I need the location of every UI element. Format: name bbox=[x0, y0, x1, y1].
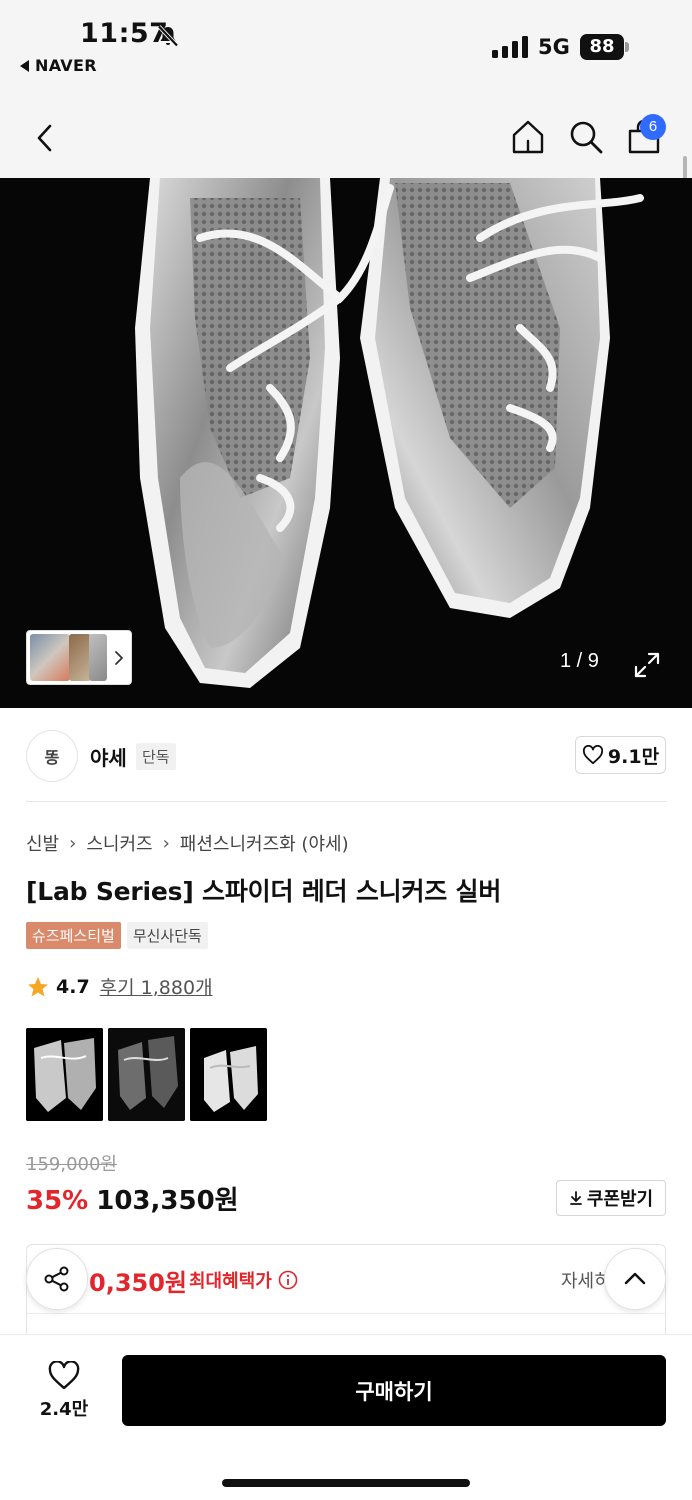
reviews-link[interactable]: 후기 1,880개 bbox=[100, 973, 213, 1000]
breadcrumb-separator-icon: › bbox=[69, 832, 77, 854]
gallery-thumb bbox=[30, 634, 70, 681]
bell-muted-icon bbox=[157, 25, 179, 47]
download-icon bbox=[569, 1191, 582, 1205]
home-icon[interactable] bbox=[508, 117, 548, 157]
rating: 4.7 후기 1,880개 bbox=[26, 973, 213, 1000]
share-icon bbox=[44, 1266, 69, 1292]
battery-icon: 88 bbox=[580, 34, 630, 60]
shop-exclusive-tag: 단독 bbox=[136, 743, 176, 770]
divider bbox=[26, 801, 666, 802]
gallery-counter: 1 / 9 bbox=[560, 650, 599, 672]
expand-icon[interactable] bbox=[632, 650, 662, 680]
heart-icon bbox=[582, 745, 603, 765]
festival-tag: 슈즈페스티벌 bbox=[26, 922, 121, 949]
breadcrumb-item[interactable]: 스니커즈 bbox=[86, 830, 152, 856]
star-icon bbox=[28, 976, 48, 996]
color-option-thumb[interactable] bbox=[108, 1028, 185, 1121]
back-app-label: NAVER bbox=[35, 56, 97, 75]
color-option-thumb[interactable] bbox=[190, 1028, 267, 1121]
divider bbox=[27, 1313, 665, 1314]
share-button[interactable] bbox=[26, 1248, 88, 1310]
coupon-button[interactable]: 쿠폰받기 bbox=[556, 1180, 666, 1216]
product-tags: 슈즈페스티벌 무신사단독 bbox=[26, 922, 208, 949]
sale-price: 103,350원 bbox=[96, 1186, 239, 1216]
chevron-up-icon bbox=[624, 1272, 646, 1285]
network-type: 5G bbox=[538, 35, 570, 59]
gallery-thumb bbox=[89, 634, 107, 681]
home-indicator bbox=[222, 1479, 470, 1487]
breadcrumb-separator-icon: › bbox=[162, 832, 170, 854]
color-option-thumb[interactable] bbox=[26, 1028, 103, 1121]
shop-row: 똥 야세 단독 9.1만 bbox=[26, 730, 666, 782]
breadcrumb-item[interactable]: 신발 bbox=[26, 830, 59, 856]
breadcrumb: 신발 › 스니커즈 › 패션스니커즈화 (야세) bbox=[26, 830, 349, 856]
back-icon[interactable] bbox=[30, 122, 62, 154]
wishlist-button[interactable]: 2.4만 bbox=[26, 1356, 102, 1426]
top-nav bbox=[0, 100, 692, 178]
shop-like-button[interactable]: 9.1만 bbox=[575, 736, 666, 774]
shop-name[interactable]: 야세 bbox=[90, 742, 127, 771]
shop-like-count: 9.1만 bbox=[607, 745, 660, 768]
rating-score: 4.7 bbox=[56, 975, 90, 998]
max-benefit-price: 0,350원 bbox=[89, 1269, 187, 1297]
product-image[interactable] bbox=[0, 178, 692, 708]
discount-rate: 35% bbox=[26, 1186, 89, 1216]
signal-icon bbox=[492, 36, 528, 58]
heart-icon bbox=[48, 1361, 80, 1390]
buy-button[interactable]: 구매하기 bbox=[122, 1355, 666, 1426]
chevron-right-icon bbox=[115, 651, 123, 665]
original-price: 159,000원 bbox=[26, 1154, 117, 1175]
max-benefit-label: 최대혜택가 bbox=[189, 1271, 272, 1292]
price-row: 35% 103,350원 bbox=[26, 1180, 239, 1217]
search-icon[interactable] bbox=[566, 117, 606, 157]
wishlist-count: 2.4만 bbox=[39, 1399, 89, 1420]
product-title: [Lab Series] 스파이더 레더 스니커즈 실버 bbox=[26, 877, 502, 906]
gallery-thumbnail-strip[interactable] bbox=[26, 630, 132, 685]
exclusive-tag: 무신사단독 bbox=[126, 922, 208, 949]
coupon-label: 쿠폰받기 bbox=[586, 1189, 654, 1210]
shop-logo[interactable]: 똥 bbox=[26, 730, 78, 782]
color-options bbox=[26, 1028, 267, 1121]
status-bar: 11:57 NAVER 5G 88 bbox=[0, 0, 692, 100]
cart-count-badge: 6 bbox=[640, 114, 666, 140]
breadcrumb-item[interactable]: 패션스니커즈화 (야세) bbox=[180, 830, 349, 856]
back-to-app[interactable]: NAVER bbox=[20, 56, 97, 75]
max-benefit-label-row: 최대혜택가 bbox=[189, 1267, 298, 1293]
gallery-thumb bbox=[69, 634, 91, 681]
info-icon[interactable] bbox=[278, 1270, 298, 1290]
battery-level: 88 bbox=[580, 34, 624, 60]
shoe-photo bbox=[0, 178, 692, 708]
back-triangle-icon bbox=[20, 59, 29, 72]
scroll-top-button[interactable] bbox=[604, 1248, 666, 1310]
